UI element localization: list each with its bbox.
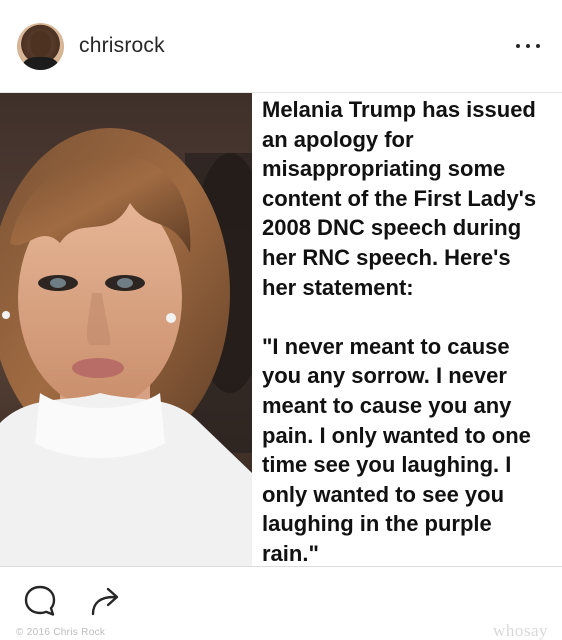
avatar-shirt xyxy=(23,56,58,70)
ellipsis-icon xyxy=(536,44,540,48)
more-options-button[interactable] xyxy=(516,36,540,56)
quote-text: Melania Trump has issued an apology for … xyxy=(262,97,537,566)
copyright-watermark: © 2016 Chris Rock xyxy=(16,627,106,638)
share-icon xyxy=(91,587,119,616)
ellipsis-icon xyxy=(516,44,520,48)
instagram-post: chrisrock Melania Trump has issued an ap… xyxy=(0,0,562,640)
portrait-photo xyxy=(0,93,252,566)
comment-button[interactable] xyxy=(22,583,58,619)
post-image[interactable]: Melania Trump has issued an apology for … xyxy=(0,93,562,566)
post-footer: © 2016 Chris Rock whosay xyxy=(0,566,562,640)
post-header: chrisrock xyxy=(0,0,562,93)
quote-panel: Melania Trump has issued an apology for … xyxy=(252,93,562,566)
avatar-face xyxy=(30,30,51,57)
share-button[interactable] xyxy=(88,583,124,619)
whosay-watermark: whosay xyxy=(493,621,548,640)
ellipsis-icon xyxy=(526,44,530,48)
comment-icon xyxy=(24,585,56,616)
avatar[interactable] xyxy=(17,22,64,70)
portrait-illustration xyxy=(0,93,252,566)
username[interactable]: chrisrock xyxy=(79,34,165,58)
